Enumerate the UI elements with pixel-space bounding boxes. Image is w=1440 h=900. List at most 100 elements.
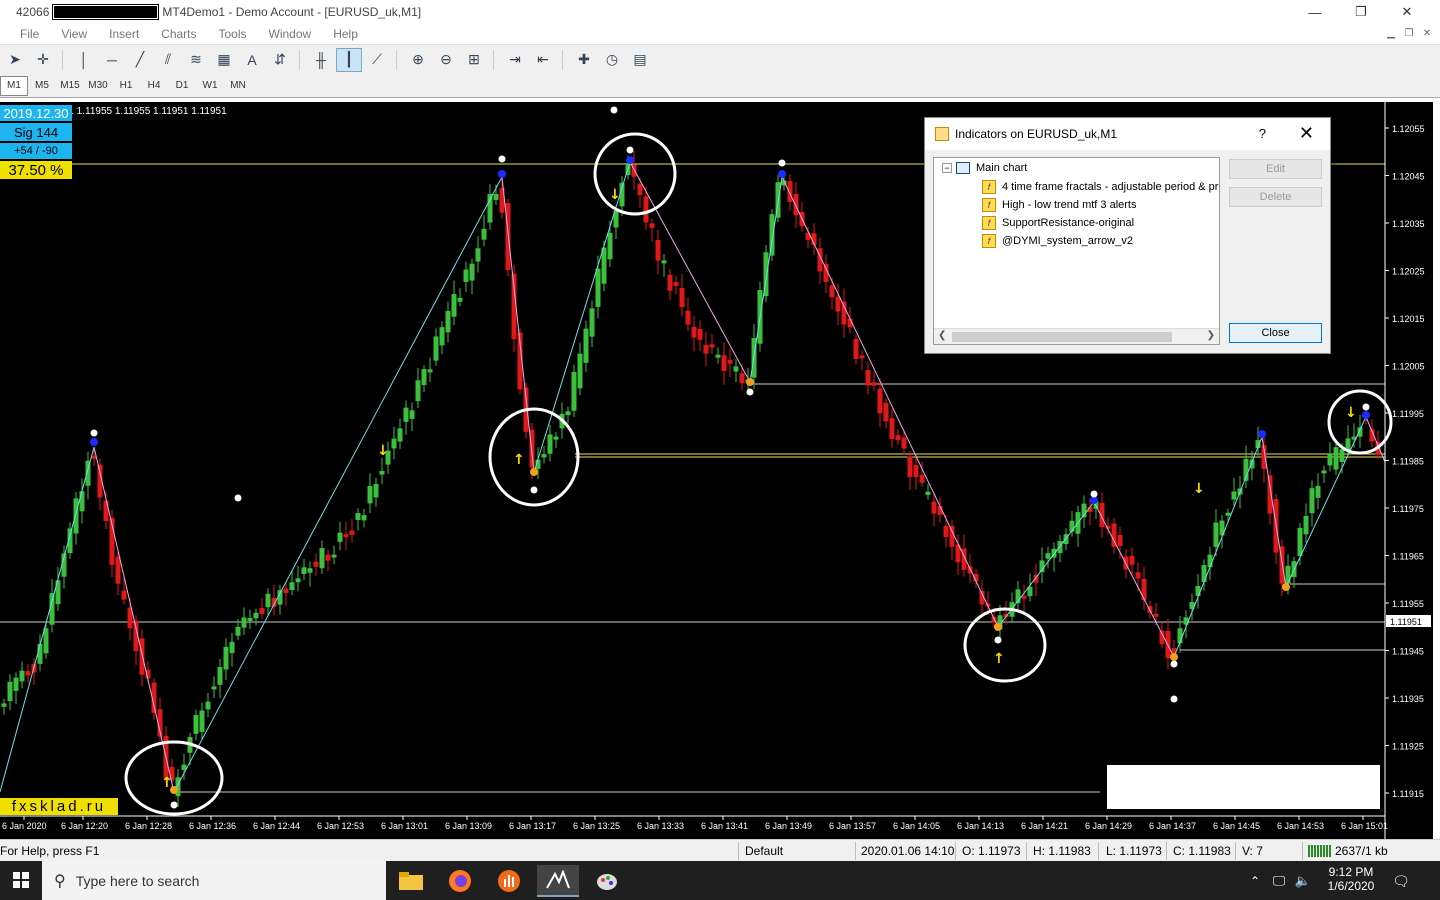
chart-shift-icon[interactable]: ⇤ <box>530 48 556 72</box>
chart-app-icon[interactable] <box>488 865 530 897</box>
fractal-marker <box>1282 583 1290 591</box>
edit-button[interactable]: Edit <box>1229 159 1322 179</box>
candle-body <box>553 436 559 440</box>
horizontal-line-icon[interactable]: ─ <box>99 48 125 72</box>
help-button[interactable]: ? <box>1259 126 1266 141</box>
fractal-marker <box>1258 430 1266 438</box>
delete-button[interactable]: Delete <box>1229 187 1322 207</box>
candlestick-icon[interactable]: ┃ <box>336 47 362 72</box>
trendline-icon[interactable]: ╱ <box>127 48 153 72</box>
notifications-icon[interactable]: 🗨 <box>1388 865 1414 897</box>
tf-m5[interactable]: M5 <box>28 76 56 96</box>
tf-h4[interactable]: H4 <box>140 76 168 96</box>
mdi-restore-icon[interactable]: ❐ <box>1402 26 1416 40</box>
tree-item-fractals[interactable]: f 4 time frame fractals - adjustable per… <box>982 180 1218 194</box>
metatrader-icon[interactable] <box>537 865 579 897</box>
indicators-icon[interactable]: ✚ <box>571 48 597 72</box>
candle-body <box>223 646 229 670</box>
menu-file[interactable]: File <box>20 27 39 41</box>
dialog-titlebar: Indicators on EURUSD_uk,M1 <box>925 118 1330 150</box>
white-dot-marker <box>626 146 634 154</box>
tree-item-highlow[interactable]: f High - low trend mtf 3 alerts <box>982 198 1137 212</box>
text-icon[interactable]: A <box>239 48 265 72</box>
cursor-icon[interactable]: ➤ <box>2 48 28 72</box>
tree-item-label: 4 time frame fractals - adjustable perio… <box>1002 181 1219 193</box>
grid-icon[interactable]: ▦ <box>211 48 237 72</box>
tile-icon[interactable]: ⊞ <box>461 48 487 72</box>
dialog-close-icon[interactable]: ✕ <box>1299 123 1314 144</box>
collapse-icon[interactable]: − <box>942 163 952 173</box>
paint-icon[interactable] <box>586 865 628 897</box>
bar-chart-icon[interactable]: ╫ <box>308 48 334 72</box>
candle-body <box>871 382 877 386</box>
crosshair-icon[interactable]: ✛ <box>30 48 56 72</box>
tree-root[interactable]: − Main chart <box>942 162 1027 174</box>
menu-tools[interactable]: Tools <box>219 27 247 41</box>
fibonacci-icon[interactable]: ≋ <box>183 48 209 72</box>
menu-help[interactable]: Help <box>333 27 358 41</box>
close-window-button[interactable]: ✕ <box>1384 0 1430 24</box>
scroll-left-icon[interactable]: ❮ <box>938 330 946 341</box>
price-label: 1.12005 <box>1392 362 1425 372</box>
tf-h1[interactable]: H1 <box>112 76 140 96</box>
channel-icon[interactable]: ⫽ <box>155 48 181 72</box>
file-explorer-icon[interactable] <box>390 865 432 897</box>
candle-body <box>877 388 883 414</box>
candle-body <box>1225 512 1231 516</box>
tf-m15[interactable]: M15 <box>56 76 84 96</box>
zigzag-segment <box>173 176 503 793</box>
status-profile: Default <box>745 844 784 858</box>
tf-m1[interactable]: M1 <box>0 75 28 96</box>
tf-d1[interactable]: D1 <box>168 76 196 96</box>
tf-w1[interactable]: W1 <box>196 76 224 96</box>
menu-insert[interactable]: Insert <box>109 27 139 41</box>
up-arrow-signal: ↑ <box>993 651 1005 667</box>
templates-icon[interactable]: ▤ <box>627 48 653 72</box>
zoom-out-icon[interactable]: ⊖ <box>433 48 459 72</box>
arrows-icon[interactable]: ⇵ <box>267 48 293 72</box>
candle-body <box>571 372 577 411</box>
windows-start-icon[interactable] <box>0 864 42 896</box>
tree-item-dymi[interactable]: f @DYMI_system_arrow_v2 <box>982 234 1133 248</box>
tree-item-supportresistance[interactable]: f SupportResistance-original <box>982 216 1134 230</box>
taskbar-search[interactable]: ⚲ Type here to search <box>42 861 386 900</box>
indicator-tree[interactable]: − Main chart f 4 time frame fractals - a… <box>933 157 1220 345</box>
horizontal-scrollbar[interactable]: ❮ ❯ <box>934 328 1219 344</box>
scroll-thumb[interactable] <box>952 332 1172 342</box>
chart-header: M1 1.11955 1.11955 1.11951 1.11951 <box>60 106 227 117</box>
candle-body <box>1129 555 1135 565</box>
info-sig-badge: Sig 144 <box>0 123 72 141</box>
close-button[interactable]: Close <box>1229 323 1322 343</box>
vertical-line-icon[interactable]: │ <box>71 48 97 72</box>
status-low: L: 1.11973 <box>1106 844 1162 858</box>
candle-body <box>1201 565 1207 583</box>
clock[interactable]: 9:12 PM 1/6/2020 <box>1320 865 1382 893</box>
volume-icon[interactable]: 🔈 <box>1292 865 1314 897</box>
periods-icon[interactable]: ◷ <box>599 48 625 72</box>
scroll-right-icon[interactable]: ❯ <box>1207 330 1215 341</box>
maximize-button[interactable]: ❐ <box>1338 0 1384 24</box>
candle-body <box>883 402 889 422</box>
zigzag-segment <box>1093 501 1175 658</box>
mdi-minimize-icon[interactable]: ▁ <box>1384 26 1398 40</box>
tf-mn[interactable]: MN <box>224 76 252 96</box>
mdi-close-icon[interactable]: ✕ <box>1420 26 1434 40</box>
time-label: 6 Jan 13:49 <box>765 821 812 831</box>
connection-icon[interactable] <box>1308 845 1332 857</box>
minimize-button[interactable]: — <box>1292 0 1338 24</box>
tray-chevron-icon[interactable]: ⌃ <box>1246 865 1264 897</box>
firefox-icon[interactable] <box>439 865 481 897</box>
menu-charts[interactable]: Charts <box>161 27 196 41</box>
tf-m30[interactable]: M30 <box>84 76 112 96</box>
autoscroll-icon[interactable]: ⇥ <box>502 48 528 72</box>
line-chart-icon[interactable]: ⟋ <box>364 48 390 72</box>
up-arrow-signal: ↑ <box>513 452 525 468</box>
menu-view[interactable]: View <box>61 27 87 41</box>
white-dot-marker <box>746 388 754 396</box>
network-icon[interactable]: 🖵 <box>1268 865 1290 897</box>
menu-window[interactable]: Window <box>269 27 312 41</box>
tree-item-label: SupportResistance-original <box>1002 217 1135 229</box>
zoom-in-icon[interactable]: ⊕ <box>405 48 431 72</box>
candle-body <box>43 628 49 654</box>
zigzag-segment <box>93 446 175 793</box>
